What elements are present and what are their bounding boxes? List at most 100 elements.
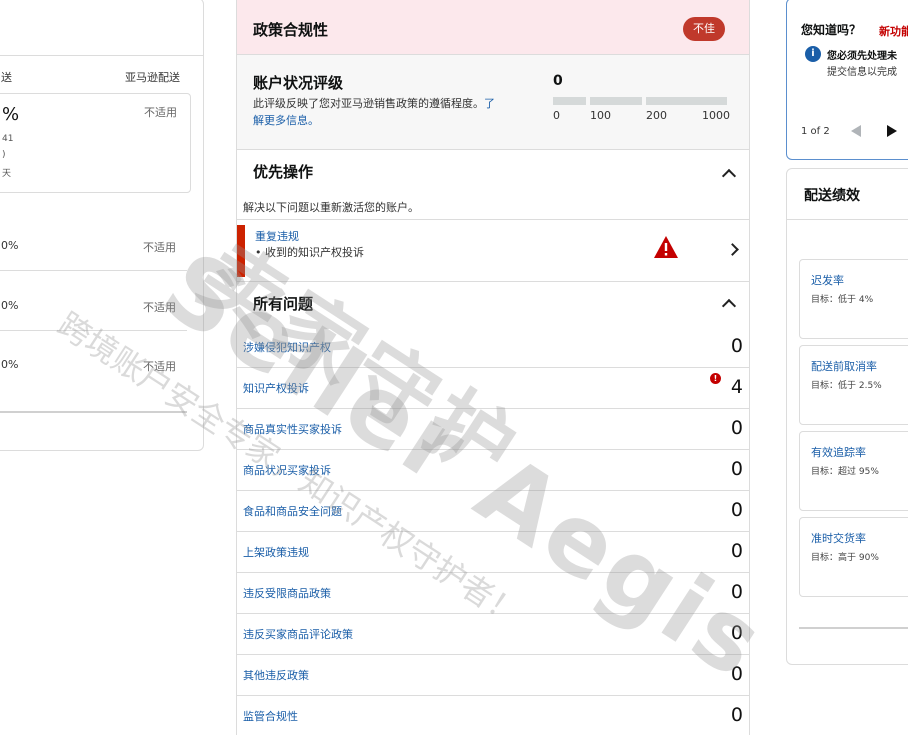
learn-more-link[interactable]: 了	[484, 97, 495, 110]
issue-row[interactable]: 违反受限商品政策 0	[237, 573, 749, 614]
not-applicable-label: 不适用	[143, 360, 176, 373]
metric-target: 目标：高于 90%	[811, 553, 879, 563]
alert-title-link[interactable]: 重复违规	[255, 228, 299, 244]
column-header-amazon-fulfilled: 亚马逊配送	[125, 71, 180, 84]
issue-row[interactable]: 其他违反政策 0	[237, 655, 749, 696]
alert-item: • 收到的知识产权投诉	[255, 246, 364, 259]
did-you-know-text: 您必须先处理未	[827, 51, 897, 62]
metric-line: 41	[2, 134, 14, 144]
all-issues-title: 所有问题	[253, 295, 314, 313]
did-you-know-title: 您知道吗？	[801, 23, 862, 37]
delivery-performance-title: 配送绩效	[804, 188, 860, 204]
row-divider	[0, 330, 187, 331]
panel-footer-divider	[0, 411, 187, 413]
metric-link[interactable]: 有效追踪率	[811, 444, 866, 460]
column-header-partial: 送	[1, 71, 12, 84]
rating-scale-label: 0	[553, 109, 560, 122]
metric-value: %	[2, 104, 20, 125]
issue-link[interactable]: 监管合规性	[243, 708, 298, 724]
repeat-violation-alert[interactable]: 重复违规 • 收到的知识产权投诉	[237, 225, 749, 277]
issue-count: 0	[730, 540, 743, 562]
rating-scale-label: 100	[590, 109, 611, 122]
issue-row[interactable]: 商品真实性买家投诉 0	[237, 409, 749, 450]
chevron-right-icon[interactable]	[726, 243, 739, 256]
metric-row-value: 0%	[1, 358, 19, 371]
issue-link[interactable]: 违反买家商品评论政策	[243, 626, 353, 642]
issue-row[interactable]: 上架政策违规 0	[237, 532, 749, 573]
account-health-rating-title: 账户状况评级	[253, 74, 344, 92]
issue-link[interactable]: 食品和商品安全问题	[243, 503, 342, 519]
issue-count: 0	[730, 581, 743, 603]
panel-footer-divider	[799, 627, 908, 629]
pager-indicator: 1 of 2	[801, 126, 830, 137]
issue-link[interactable]: 商品真实性买家投诉	[243, 421, 342, 437]
issue-link[interactable]: 涉嫌侵犯知识产权	[243, 339, 331, 355]
issue-link[interactable]: 商品状况买家投诉	[243, 462, 331, 478]
rating-scale-segment	[590, 97, 642, 105]
metric-target: 目标：超过 95%	[811, 467, 879, 477]
issue-row[interactable]: 违反买家商品评论政策 0	[237, 614, 749, 655]
info-icon: i	[805, 46, 821, 62]
rating-scale-label: 200	[646, 109, 667, 122]
issue-row[interactable]: 知识产权投诉 ! 4	[237, 368, 749, 409]
section-divider	[237, 281, 749, 282]
issue-count: 0	[730, 335, 743, 357]
metric-card: 有效追踪率 目标：超过 95%	[799, 431, 908, 511]
did-you-know-text: 提交信息以完成	[827, 67, 897, 78]
issue-count: 0	[730, 663, 743, 685]
metric-card: 准时交货率 目标：高于 90%	[799, 517, 908, 597]
not-applicable-label: 不适用	[143, 241, 176, 254]
collapse-chevron-icon[interactable]	[721, 168, 737, 184]
issue-row[interactable]: 食品和商品安全问题 0	[237, 491, 749, 532]
metric-link[interactable]: 准时交货率	[811, 530, 866, 546]
issue-count: 0	[730, 458, 743, 480]
section-divider	[787, 219, 908, 220]
policy-compliance-panel: 政策合规性 不佳 账户状况评级 此评级反映了您对亚马逊销售政策的遵循程度。了 解更…	[236, 0, 750, 735]
next-arrow-icon[interactable]	[885, 124, 899, 138]
metric-target: 目标：低于 2.5%	[811, 381, 882, 391]
policy-compliance-title: 政策合规性	[253, 21, 329, 39]
previous-arrow-icon[interactable]	[849, 124, 863, 138]
account-health-left-panel: 送 亚马逊配送 % 41 ) 天 不适用 0% 不适用 0% 不适用 0% 不适…	[0, 0, 204, 451]
new-feature-tag: 新功能	[879, 25, 908, 38]
error-alert-icon: !	[710, 373, 721, 384]
issue-row[interactable]: 涉嫌侵犯知识产权 0	[237, 327, 749, 368]
issue-count: 0	[730, 499, 743, 521]
metric-link[interactable]: 迟发率	[811, 272, 844, 288]
collapse-chevron-icon[interactable]	[721, 298, 737, 314]
issue-link[interactable]: 上架政策违规	[243, 544, 309, 560]
metric-summary-card: % 41 ) 天 不适用	[0, 93, 191, 193]
alert-accent-bar	[237, 225, 245, 277]
issue-row[interactable]: 监管合规性 0	[237, 696, 749, 735]
rating-scale-label: 1000	[702, 109, 730, 122]
metric-target: 目标：低于 4%	[811, 295, 874, 305]
row-divider	[0, 270, 187, 271]
issue-count: 0	[730, 622, 743, 644]
panel-divider	[0, 55, 203, 56]
delivery-performance-panel: 配送绩效 迟发率 目标：低于 4% 配送前取消率 目标：低于 2.5% 有效追踪…	[786, 168, 908, 665]
not-applicable-label: 不适用	[143, 301, 176, 314]
priority-actions-title: 优先操作	[253, 163, 314, 181]
not-applicable-label: 不适用	[144, 106, 177, 119]
issue-link[interactable]: 其他违反政策	[243, 667, 309, 683]
rating-description: 此评级反映了您对亚马逊销售政策的遵循程度。了 解更多信息。	[253, 97, 495, 127]
rating-scale-segment	[646, 97, 727, 105]
priority-actions-description: 解决以下问题以重新激活您的账户。	[243, 201, 419, 214]
issue-row[interactable]: 商品状况买家投诉 0	[237, 450, 749, 491]
status-badge: 不佳	[683, 17, 725, 41]
metric-card: 迟发率 目标：低于 4%	[799, 259, 908, 339]
did-you-know-panel: 您知道吗？ 新功能 i 您必须先处理未 提交信息以完成 1 of 2	[786, 0, 908, 160]
issue-link[interactable]: 知识产权投诉	[243, 380, 309, 396]
section-divider	[237, 219, 749, 220]
metric-row-value: 0%	[1, 299, 19, 312]
metric-row-value: 0%	[1, 239, 19, 252]
metric-card: 配送前取消率 目标：低于 2.5%	[799, 345, 908, 425]
metric-link[interactable]: 配送前取消率	[811, 358, 877, 374]
metric-line: )	[2, 150, 6, 160]
issue-link[interactable]: 违反受限商品政策	[243, 585, 331, 601]
metric-line: 天	[2, 169, 12, 179]
issue-count: 0	[730, 704, 743, 726]
learn-more-link[interactable]: 解更多信息。	[253, 114, 319, 127]
rating-scale-segment	[553, 97, 586, 105]
issue-count: 4	[730, 376, 743, 398]
